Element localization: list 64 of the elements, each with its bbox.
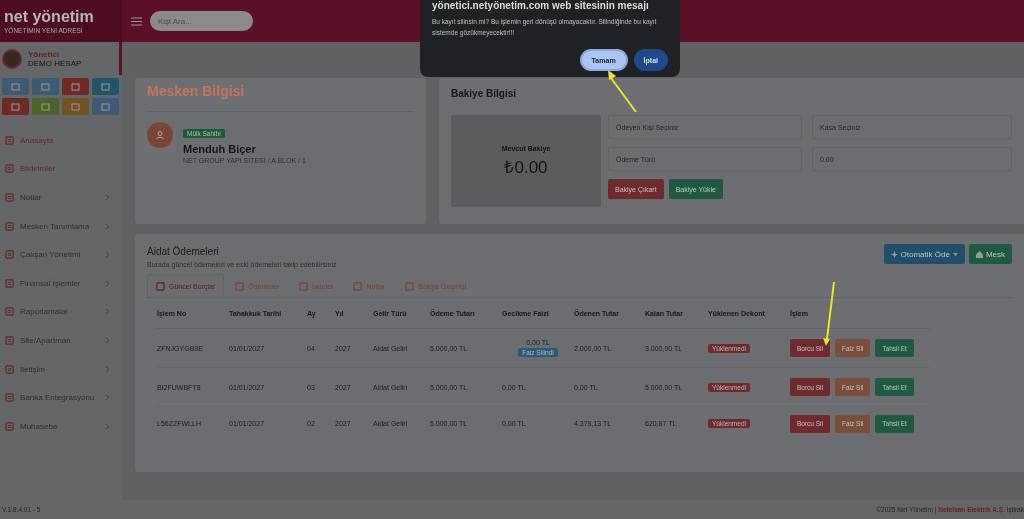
menu-item-icon xyxy=(5,135,14,145)
annotation-arrow xyxy=(823,281,835,346)
menu-item-icon xyxy=(5,193,14,202)
house-icon xyxy=(975,250,983,258)
annotation-arrow xyxy=(608,70,637,113)
menu-item-icon xyxy=(5,393,14,403)
chevron-icon xyxy=(105,365,110,373)
quick-tile[interactable] xyxy=(32,78,59,95)
user-name: DEMO HESAP xyxy=(28,58,82,68)
sidebar-item[interactable]: Notlar xyxy=(0,183,122,212)
menu-item-icon xyxy=(5,250,14,260)
tile-icon xyxy=(41,82,50,91)
quick-tile[interactable] xyxy=(92,78,119,95)
chevron-icon xyxy=(105,279,110,287)
quick-tile[interactable] xyxy=(2,78,29,95)
menu-item-icon xyxy=(5,421,14,431)
tile-icon xyxy=(11,82,20,91)
user-role: Yönetici xyxy=(28,49,61,59)
chevron-icon xyxy=(105,251,110,259)
sidebar-item[interactable]: Anasayfa xyxy=(0,126,122,155)
tab-icon xyxy=(405,281,415,291)
card-title: Aidat Ödemeleri xyxy=(147,246,220,257)
card-title: Bakiye Bilgisi xyxy=(451,88,518,99)
tab-icon xyxy=(299,281,309,291)
tile-icon xyxy=(101,82,110,91)
quick-tile[interactable] xyxy=(32,98,59,115)
chevron-icon xyxy=(105,222,110,230)
quick-tile[interactable] xyxy=(2,98,29,115)
chevron-icon xyxy=(105,336,110,344)
sparkle-icon xyxy=(890,250,898,258)
tab-icon xyxy=(235,281,245,291)
menu-item-icon xyxy=(5,164,14,174)
balance-value: ₺0.00 xyxy=(504,156,548,178)
chevron-icon xyxy=(105,308,110,316)
tile-icon xyxy=(101,102,110,111)
chevron-icon xyxy=(105,422,110,430)
sidebar-item[interactable]: Bildirimler xyxy=(0,154,122,184)
tab-icon xyxy=(353,281,363,291)
sidebar-item[interactable]: Muhasebe xyxy=(0,411,122,441)
quick-tile[interactable] xyxy=(92,98,119,115)
card-title: Mesken Bilgisi xyxy=(147,78,414,112)
resident-name: Menduh Biçer xyxy=(183,143,256,155)
tab-icon xyxy=(156,281,165,291)
avatar xyxy=(2,48,22,69)
logo: net yönetim xyxy=(4,8,95,25)
quick-tile[interactable] xyxy=(62,78,89,95)
quick-tile[interactable] xyxy=(62,98,89,115)
menu-icon[interactable] xyxy=(131,16,142,26)
caret-icon xyxy=(952,252,958,256)
tile-icon xyxy=(71,102,80,111)
action-button[interactable]: Otomatik Öde xyxy=(883,244,965,264)
dialog-title: yönetici.netyönetim.com web sitesinin mesajı xyxy=(432,0,650,11)
menu-item-icon xyxy=(5,335,14,345)
menu-item-icon xyxy=(5,278,14,288)
menu-item-icon xyxy=(5,364,14,374)
person-icon xyxy=(147,122,173,148)
chevron-icon xyxy=(105,394,110,402)
tile-icon xyxy=(41,102,50,111)
menu-item-icon xyxy=(5,221,14,231)
chevron-icon xyxy=(105,194,110,201)
tile-icon xyxy=(11,102,20,111)
action-button[interactable]: Mesk xyxy=(968,244,1012,264)
tile-icon xyxy=(71,82,80,91)
menu-item-icon xyxy=(5,307,14,317)
